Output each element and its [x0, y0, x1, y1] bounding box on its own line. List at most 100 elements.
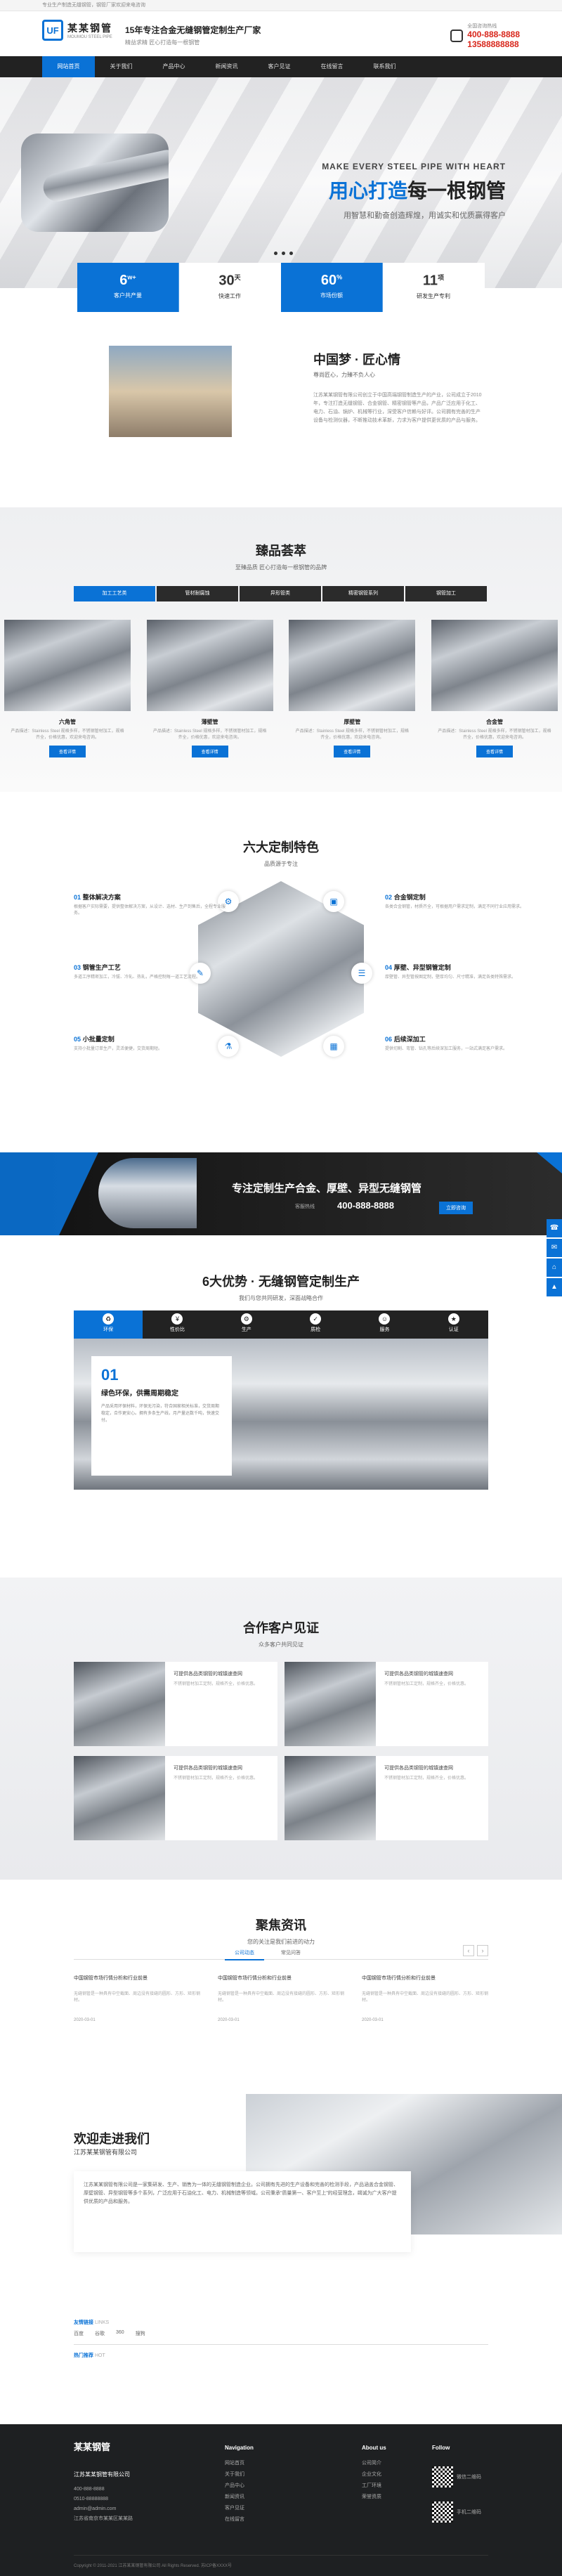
nav-item-contact[interactable]: 联系我们	[358, 56, 411, 77]
welcome-paragraph: 江苏某某钢管有限公司是一家集研发、生产、销售为一体的无缝钢管制造企业。公司拥有先…	[74, 2171, 411, 2252]
about-paragraph: 江苏某某钢管有限公司创立于中国高端钢管制造生产的产业，公司成立于2010年，专注…	[313, 393, 482, 423]
banner-dot[interactable]	[274, 252, 277, 255]
copyright: Copyright © 2011-2021 江苏某某钢管有限公司 All Rig…	[74, 2564, 233, 2568]
banner-sub: 用智慧和勤奋创造辉煌，用诚实和优质赢得客户	[344, 212, 506, 220]
friend-link[interactable]: 谷歌	[95, 2330, 105, 2337]
footer-link[interactable]: 公司简介	[362, 2458, 386, 2469]
stats-bar: 6w+ 客户共产量 30天 快速工作 60% 市场份额 11项 研发生产专利	[77, 263, 485, 312]
nav-item-home[interactable]: 网站首页	[42, 56, 95, 77]
product-card[interactable]: 合金管 产品描述：Stainless Steel 规格多样，不锈钢管材加工，规格齐…	[431, 620, 558, 757]
contact-banner-phone: 400-888-8888	[337, 1200, 394, 1211]
advantage-tab[interactable]: ♻ 环保	[74, 1310, 143, 1339]
mobile-qr-icon	[432, 2502, 453, 2523]
leaf-icon: ♻	[103, 1313, 115, 1325]
feature-item: 06 后续深加工 提供切割、弯管、钻孔等后续深加工服务，一站式满足客户需求。	[385, 1036, 508, 1051]
advantage-tab[interactable]: ★ 认证	[419, 1310, 488, 1339]
nav-item-news[interactable]: 新闻资讯	[200, 56, 253, 77]
slogan-sub: 精益求精 匠心打造每一根钢管	[125, 39, 200, 46]
news-tabs: 公司动态 常见问答	[225, 1946, 311, 1960]
footer-logo[interactable]: 某某钢管	[74, 2440, 110, 2453]
footer-about: About us 公司简介 企业文化 工厂环境 荣誉资质	[362, 2442, 386, 2503]
friend-link[interactable]: 百度	[74, 2330, 84, 2337]
product-card[interactable]: 六角管 产品描述：Stainless Steel 规格多样，不锈钢管材加工，规格齐…	[4, 620, 131, 757]
factory-icon: ⚙	[240, 1313, 252, 1325]
banner-dot[interactable]	[282, 252, 285, 255]
links-section: 友情链接 LINKS 百度 谷歌 360 搜狗 热门推荐 HOT	[74, 2319, 488, 2359]
advantage-tab[interactable]: ¥ 性价比	[143, 1310, 212, 1339]
products-sub: 至臻品质 匠心打造每一根钢管的品牌	[235, 564, 327, 571]
footer-nav: Navigation 网站首页 关于我们 产品中心 新闻资讯 客户见证 在线留言	[225, 2442, 254, 2525]
certificate-icon: ★	[447, 1313, 459, 1325]
nav-item-about[interactable]: 关于我们	[95, 56, 148, 77]
product-tab[interactable]: 异形管类	[240, 586, 321, 601]
news-tab[interactable]: 公司动态	[225, 1946, 264, 1960]
nav-item-message[interactable]: 在线留言	[306, 56, 358, 77]
feature-item: 01 整体解决方案 根据客户实际需要，提供整体解决方案，从设计、选材、生产到售后，…	[74, 894, 226, 916]
advantage-tab[interactable]: ✓ 质检	[280, 1310, 351, 1339]
footer-link[interactable]: 工厂环境	[362, 2480, 386, 2492]
welcome-title: 欢迎走进我们	[74, 2132, 150, 2146]
nav-item-products[interactable]: 产品中心	[148, 56, 200, 77]
clients-grid: 可提供各品类钢管的城镇速查网 不锈钢管材加工定制，规格齐全，价格优惠。 可提供各品…	[74, 1662, 488, 1840]
news-list: 中国钢管市场行情分析和行业前景 无缝钢管是一种具有中空截面、周边没有接缝的圆形、方…	[74, 1975, 488, 2022]
phone-icon	[450, 30, 464, 42]
contact-banner-hotline-label: 客服热线	[295, 1204, 315, 1209]
news-tab[interactable]: 常见问答	[271, 1946, 311, 1960]
welcome-section: 欢迎走进我们 江苏某某钢管有限公司 江苏某某钢管有限公司是一家集研发、生产、销售…	[0, 2094, 562, 2252]
stat-item: 11项 研发生产专利	[383, 263, 485, 312]
slogan-main: 15年专注合金无缝钢管定制生产厂家	[125, 25, 261, 35]
main-nav: 网站首页 关于我们 产品中心 新闻资讯 客户见证 在线留言 联系我们	[0, 56, 562, 77]
friend-link[interactable]: 搜狗	[136, 2330, 145, 2337]
logo-en: MOUMOU STEEL PIPE	[67, 35, 112, 39]
product-tab[interactable]: 管材耐腐蚀	[157, 586, 238, 601]
links-title: 友情链接 LINKS	[74, 2320, 110, 2325]
news-item[interactable]: 中国钢管市场行情分析和行业前景 无缝钢管是一种具有中空截面、周边没有接缝的圆形、方…	[362, 1975, 488, 2022]
footer-link[interactable]: 在线留言	[225, 2514, 254, 2525]
product-detail-button[interactable]: 查看详情	[191, 746, 228, 757]
banner-dot[interactable]	[289, 252, 293, 255]
footer-link[interactable]: 关于我们	[225, 2469, 254, 2480]
product-detail-button[interactable]: 查看详情	[476, 746, 513, 757]
client-card[interactable]: 可提供各品类钢管的城镇速查网 不锈钢管材加工定制，规格齐全，价格优惠。	[74, 1756, 277, 1840]
advantage-tab[interactable]: ☺ 服务	[350, 1310, 419, 1339]
product-tab[interactable]: 加工工艺类	[74, 586, 155, 601]
product-tab[interactable]: 精密钢管系列	[322, 586, 404, 601]
footer-link[interactable]: 网站首页	[225, 2458, 254, 2469]
client-card[interactable]: 可提供各品类钢管的城镇速查网 不锈钢管材加工定制，规格齐全，价格优惠。	[285, 1756, 488, 1840]
advantage-tab[interactable]: ⚙ 生产	[211, 1310, 281, 1339]
product-card[interactable]: 厚壁管 产品描述：Stainless Steel 规格多样，不锈钢管材加工，规格齐…	[289, 620, 416, 757]
product-image	[289, 620, 416, 711]
footer-link[interactable]: 荣誉资质	[362, 2492, 386, 2503]
hotline-label: 全国咨询热线	[467, 24, 497, 29]
logo[interactable]: UF 某某钢管 MOUMOU STEEL PIPE	[42, 20, 112, 41]
friend-link[interactable]: 360	[116, 2330, 124, 2337]
footer-link[interactable]: 企业文化	[362, 2469, 386, 2480]
advantages-sub: 我们与您共同研发，深面战略合作	[239, 1295, 323, 1301]
stat-item: 6w+ 客户共产量	[77, 263, 179, 312]
feature-item: 03 钢管生产工艺 多道工序精密加工，冷拔、冷轧、热轧，严格控制每一道工艺流程。	[74, 964, 201, 980]
client-card[interactable]: 可提供各品类钢管的城镇速查网 不锈钢管材加工定制，规格齐全，价格优惠。	[74, 1662, 277, 1746]
advantage-card: 01 绿色环保，供需周期稳定 产品采用环保材料，环保无污染，符合国家相关标准，交…	[91, 1356, 232, 1476]
product-tab[interactable]: 钢管加工	[405, 586, 487, 601]
news-item[interactable]: 中国钢管市场行情分析和行业前景 无缝钢管是一种具有中空截面、周边没有接缝的圆形、方…	[74, 1975, 200, 2022]
product-card[interactable]: 薄壁管 产品描述：Stainless Steel 规格多样，不锈钢管材加工，规格齐…	[146, 620, 273, 757]
advantage-tabs: ♻ 环保 ¥ 性价比 ⚙ 生产 ✓ 质检 ☺ 服务 ★ 认证	[74, 1310, 488, 1339]
banner-photo	[21, 134, 169, 232]
phone-icon[interactable]: ☎	[547, 1219, 562, 1237]
hotline-number-2: 13588888888	[467, 39, 519, 49]
consult-button[interactable]: 立即咨询	[439, 1202, 473, 1214]
arrow-left-icon[interactable]: ‹	[463, 1945, 474, 1956]
product-grid: 六角管 产品描述：Stainless Steel 规格多样，不锈钢管材加工，规格齐…	[4, 620, 558, 757]
footer-link[interactable]: 客户见证	[225, 2503, 254, 2514]
nav-item-clients[interactable]: 客户见证	[253, 56, 306, 77]
news-item[interactable]: 中国钢管市场行情分析和行业前景 无缝钢管是一种具有中空截面、周边没有接缝的圆形、方…	[218, 1975, 344, 2022]
footer-link[interactable]: 产品中心	[225, 2480, 254, 2492]
product-detail-button[interactable]: 查看详情	[334, 746, 371, 757]
client-card[interactable]: 可提供各品类钢管的城镇速查网 不锈钢管材加工定制，规格齐全，价格优惠。	[285, 1662, 488, 1746]
arrow-right-icon[interactable]: ›	[477, 1945, 488, 1956]
product-image	[431, 620, 558, 711]
product-detail-button[interactable]: 查看详情	[48, 746, 86, 757]
top-strip: 专业生产制造无缝钢管，钢管厂家欢迎来电咨询	[0, 0, 562, 11]
product-image	[146, 620, 273, 711]
footer-link[interactable]: 新闻资讯	[225, 2492, 254, 2503]
